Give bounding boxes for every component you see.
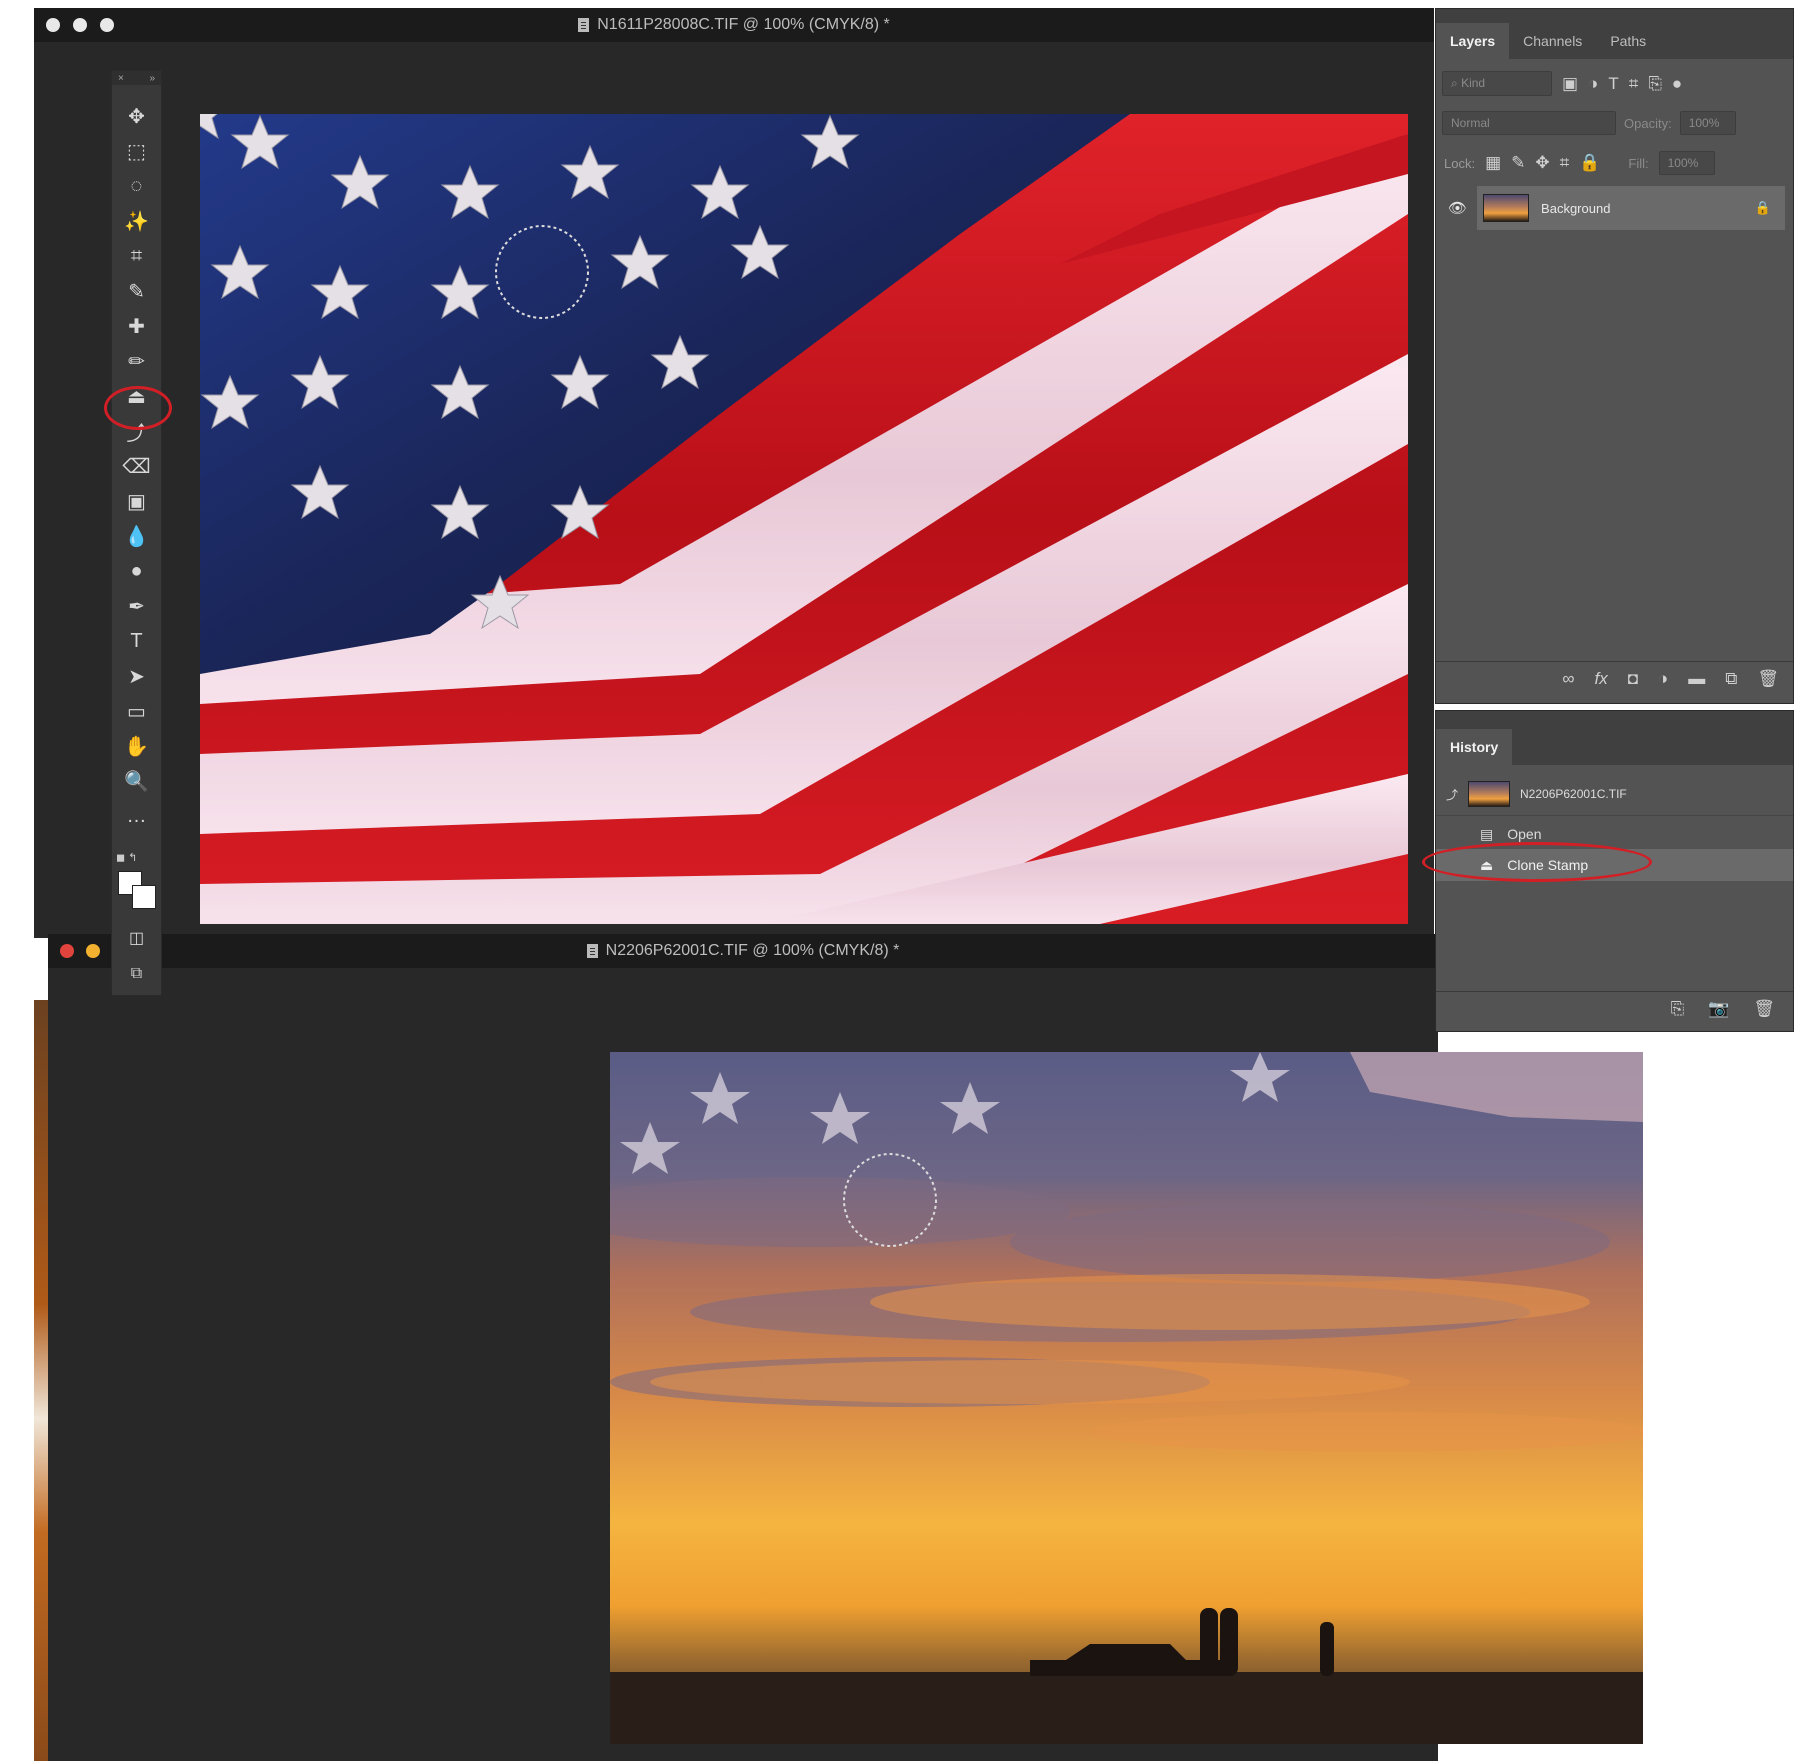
blur-tool-icon[interactable]: 💧 bbox=[112, 521, 161, 551]
close-icon[interactable]: × bbox=[118, 73, 124, 84]
smart-object-filter-icon[interactable]: ⎘ bbox=[1648, 74, 1662, 94]
type-filter-icon[interactable]: T bbox=[1608, 74, 1618, 94]
pixel-filter-icon[interactable]: ▣ bbox=[1562, 74, 1578, 94]
tab-history[interactable]: History bbox=[1436, 729, 1513, 765]
pen-tool-icon[interactable]: ✒ bbox=[112, 591, 161, 621]
background-color-swatch[interactable] bbox=[132, 885, 156, 909]
fill-label: Fill: bbox=[1628, 155, 1649, 171]
tab-layers[interactable]: Layers bbox=[1436, 23, 1510, 59]
delete-layer-icon[interactable]: 🗑 bbox=[1757, 669, 1779, 689]
crop-tool-icon[interactable]: ⌗ bbox=[112, 241, 161, 271]
tab-channels[interactable]: Channels bbox=[1509, 33, 1596, 59]
opacity-field[interactable]: 100% bbox=[1679, 111, 1736, 135]
layer-name[interactable]: Background bbox=[1541, 201, 1743, 216]
tools-panel: ×» ✥ ⬚ ◌ ✨ ⌗ ✎ ✚ ✏ ⏏ ⤴ ⌫ ▣ 💧 ● ✒ T ➤ ▭ ✋ 🔍… ◼ ↰ ◫ ⧉ bbox=[111, 70, 162, 996]
more-tools-icon[interactable]: … bbox=[112, 801, 161, 831]
lock-position-icon[interactable]: ✥ bbox=[1535, 153, 1549, 173]
minimize-button[interactable] bbox=[73, 18, 87, 32]
delete-state-icon[interactable]: 🗑 bbox=[1753, 999, 1775, 1019]
visibility-eye-icon[interactable]: 👁 bbox=[1448, 199, 1467, 217]
close-button[interactable] bbox=[46, 18, 60, 32]
title-bar[interactable]: N1611P28008C.TIF @ 100% (CMYK/8) * bbox=[34, 8, 1434, 42]
history-panel-footer: ⎘ 📷 🗑 bbox=[1436, 991, 1793, 1026]
clone-stamp-history-highlight bbox=[1422, 842, 1652, 882]
link-layers-icon[interactable]: ∞ bbox=[1562, 669, 1574, 689]
window-title: N2206P62001C.TIF @ 100% (CMYK/8) * bbox=[605, 942, 900, 959]
document-icon bbox=[586, 944, 598, 958]
marquee-tool-icon[interactable]: ⬚ bbox=[112, 136, 161, 166]
lock-all-icon[interactable]: 🔒 bbox=[1579, 153, 1600, 173]
adjustment-layer-icon[interactable]: ◑ bbox=[1658, 669, 1668, 689]
dodge-tool-icon[interactable]: ● bbox=[112, 556, 161, 586]
brush-tool-icon[interactable]: ✏ bbox=[112, 346, 161, 376]
layer-style-icon[interactable]: fx bbox=[1594, 669, 1607, 689]
quick-mask-icon[interactable]: ◫ bbox=[112, 923, 161, 953]
sunset-image-canvas[interactable] bbox=[610, 1052, 1643, 1744]
swap-colors-icon[interactable]: ◼ ↰ bbox=[116, 851, 137, 864]
zoom-button[interactable] bbox=[100, 18, 114, 32]
tools-panel-header[interactable]: ×» bbox=[112, 71, 161, 85]
add-mask-icon[interactable]: ◘ bbox=[1628, 669, 1638, 689]
new-snapshot-icon[interactable]: 📷 bbox=[1708, 999, 1729, 1019]
blend-row: Normal Opacity: 100% bbox=[1436, 111, 1793, 135]
gradient-tool-icon[interactable]: ▣ bbox=[112, 486, 161, 516]
new-group-icon[interactable]: ▬ bbox=[1688, 669, 1705, 689]
lasso-tool-icon[interactable]: ◌ bbox=[112, 171, 161, 201]
opacity-label: Opacity: bbox=[1624, 115, 1672, 131]
document-window-top: N1611P28008C.TIF @ 100% (CMYK/8) * bbox=[34, 8, 1434, 938]
layers-panel-tabs: Layers Channels Paths bbox=[1436, 9, 1793, 59]
document-icon bbox=[578, 18, 590, 32]
color-swatches[interactable] bbox=[118, 871, 158, 909]
flag-image bbox=[200, 114, 1408, 924]
snapshot-name: N2206P62001C.TIF bbox=[1520, 787, 1627, 801]
fill-field[interactable]: 100% bbox=[1658, 151, 1715, 175]
flag-image-canvas[interactable] bbox=[200, 114, 1408, 924]
title-bar[interactable]: N2206P62001C.TIF @ 100% (CMYK/8) * bbox=[48, 934, 1438, 968]
collapse-icon[interactable]: » bbox=[149, 73, 155, 84]
close-button[interactable] bbox=[60, 944, 74, 958]
new-document-from-state-icon[interactable]: ⎘ bbox=[1671, 999, 1685, 1019]
adjustment-filter-icon[interactable]: ◑ bbox=[1588, 74, 1598, 94]
layers-panel-footer: ∞ fx ◘ ◑ ▬ ⧉ 🗑 bbox=[1436, 661, 1793, 696]
rectangle-tool-icon[interactable]: ▭ bbox=[112, 696, 161, 726]
history-brush-source-icon[interactable]: ⤴ bbox=[1446, 786, 1458, 803]
type-tool-icon[interactable]: T bbox=[112, 626, 161, 656]
healing-brush-tool-icon[interactable]: ✚ bbox=[112, 311, 161, 341]
lock-transparent-icon[interactable]: ▦ bbox=[1485, 153, 1501, 173]
minimize-button[interactable] bbox=[86, 944, 100, 958]
window-title: N1611P28008C.TIF @ 100% (CMYK/8) * bbox=[597, 16, 890, 33]
sunset-image bbox=[610, 1052, 1643, 1744]
layer-row[interactable]: 👁 Background 🔒 bbox=[1436, 185, 1793, 231]
blend-mode-select[interactable]: Normal bbox=[1442, 111, 1616, 135]
hand-tool-icon[interactable]: ✋ bbox=[112, 731, 161, 761]
history-snapshot-row[interactable]: ⤴ N2206P62001C.TIF bbox=[1436, 773, 1793, 816]
eraser-tool-icon[interactable]: ⌫ bbox=[112, 451, 161, 481]
history-panel-tabs: History bbox=[1436, 711, 1793, 765]
snapshot-thumbnail bbox=[1468, 781, 1511, 807]
move-tool-icon[interactable]: ✥ bbox=[112, 101, 161, 131]
new-layer-icon[interactable]: ⧉ bbox=[1725, 669, 1737, 689]
eyedropper-tool-icon[interactable]: ✎ bbox=[112, 276, 161, 306]
zoom-tool-icon[interactable]: 🔍 bbox=[112, 766, 161, 796]
lock-row: Lock: ▦ ✎ ✥ ⌗ 🔒 Fill: 100% bbox=[1436, 151, 1793, 175]
path-selection-tool-icon[interactable]: ➤ bbox=[112, 661, 161, 691]
history-step-label: Open bbox=[1507, 826, 1542, 842]
layers-panel: Layers Channels Paths ⌕ Kind ▣ ◑ T ⌗ ⎘ ●… bbox=[1435, 8, 1794, 704]
screen-mode-icon[interactable]: ⧉ bbox=[112, 959, 161, 989]
filter-toggle-icon[interactable]: ● bbox=[1672, 74, 1682, 94]
clone-stamp-highlight bbox=[104, 386, 172, 430]
lock-label: Lock: bbox=[1444, 155, 1476, 171]
document-icon: ▤ bbox=[1480, 825, 1494, 842]
shape-filter-icon[interactable]: ⌗ bbox=[1629, 74, 1639, 94]
document-window-bottom: N2206P62001C.TIF @ 100% (CMYK/8) * bbox=[48, 934, 1643, 1761]
layer-lock-icon: 🔒 bbox=[1754, 200, 1771, 215]
layer-filter-select[interactable]: ⌕ Kind bbox=[1442, 71, 1552, 96]
magic-wand-tool-icon[interactable]: ✨ bbox=[112, 206, 161, 236]
layer-filter-row: ⌕ Kind ▣ ◑ T ⌗ ⎘ ● bbox=[1436, 71, 1793, 96]
tab-paths[interactable]: Paths bbox=[1596, 33, 1660, 59]
layer-thumbnail bbox=[1483, 194, 1530, 222]
lock-artboard-icon[interactable]: ⌗ bbox=[1560, 153, 1570, 173]
lock-pixels-icon[interactable]: ✎ bbox=[1511, 153, 1525, 173]
